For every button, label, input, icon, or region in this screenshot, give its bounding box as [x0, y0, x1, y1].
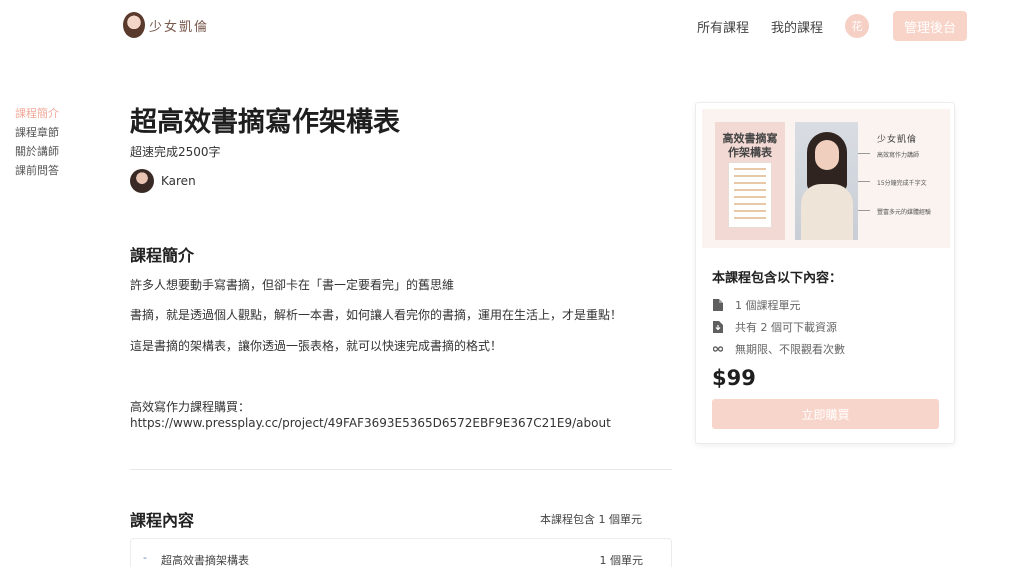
thumbnail-title: 高效書摘寫作架構表	[722, 132, 778, 159]
purchase-url[interactable]: https://www.pressplay.cc/project/49FAF36…	[130, 416, 611, 430]
feature-lifetime: 無期限、不限觀看次數	[713, 341, 845, 357]
content-heading: 課程內容	[130, 511, 195, 530]
section-nav: 課程簡介 課程章節 關於講師 課前問答	[15, 104, 59, 180]
instructor-name: Karen	[161, 174, 196, 188]
intro-heading: 課程簡介	[130, 246, 195, 265]
buy-now-button[interactable]: 立即購買	[712, 399, 939, 429]
feature-downloads: 共有 2 個可下載資源	[713, 319, 837, 335]
nav-my-courses[interactable]: 我的課程	[771, 17, 823, 36]
thumbnail-brand: 少女凱倫	[877, 135, 918, 145]
course-thumbnail: 高效書摘寫作架構表 少女凱倫 高效寫作力講師 15分鐘完成千字文 豐富多元的媒體…	[702, 109, 950, 248]
section-nav-intro[interactable]: 課程簡介	[15, 104, 59, 123]
instructor-info[interactable]: Karen	[130, 169, 196, 193]
document-icon	[713, 299, 723, 311]
purchase-card: 高效書摘寫作架構表 少女凱倫 高效寫作力講師 15分鐘完成千字文 豐富多元的媒體…	[695, 102, 955, 444]
thumbnail-pointer-line	[858, 181, 870, 182]
intro-paragraph: 書摘，就是透過個人觀點，解析一本書，如何讓人看完你的書摘，運用在生活上，才是重點…	[130, 308, 623, 322]
instructor-photo	[795, 122, 858, 240]
nav-all-courses[interactable]: 所有課程	[697, 17, 749, 36]
content-summary: 本課程包含 1 個單元	[540, 513, 642, 526]
course-price: $99	[712, 366, 756, 390]
course-title: 超高效書摘寫作架構表	[130, 107, 400, 138]
chapter-title: 超高效書摘架構表	[161, 554, 249, 567]
section-nav-instructor[interactable]: 關於講師	[15, 142, 59, 161]
download-file-icon	[713, 321, 723, 333]
collapse-dash-icon: -	[143, 551, 147, 564]
thumbnail-note: 15分鐘完成千字文	[877, 180, 927, 187]
feature-label: 無期限、不限觀看次數	[735, 343, 845, 356]
thumbnail-note: 高效寫作力講師	[877, 152, 920, 159]
section-nav-chapters[interactable]: 課程章節	[15, 123, 59, 142]
intro-paragraph: 這是書摘的架構表，讓你透過一張表格，就可以快速完成書摘的格式！	[130, 339, 503, 353]
section-nav-qa[interactable]: 課前問答	[15, 161, 59, 180]
thumbnail-pointer-line	[858, 210, 870, 211]
admin-button[interactable]: 管理後台	[893, 11, 967, 41]
feature-label: 1 個課程單元	[735, 299, 801, 312]
instructor-avatar	[130, 169, 154, 193]
infinity-icon	[713, 343, 723, 355]
purchase-label: 高效寫作力課程購買：	[130, 400, 251, 414]
section-divider	[130, 469, 672, 470]
top-header: 少女凱倫 所有課程 我的課程 花 管理後台	[0, 0, 1024, 52]
thumbnail-note: 豐富多元的媒體經驗	[877, 209, 932, 216]
brand-logo[interactable]: 少女凱倫	[123, 12, 209, 38]
feature-units: 1 個課程單元	[713, 297, 801, 313]
thumbnail-pointer-line	[858, 153, 870, 154]
feature-label: 共有 2 個可下載資源	[735, 321, 837, 334]
worksheet-preview-icon	[728, 162, 772, 228]
brand-name: 少女凱倫	[149, 19, 210, 35]
includes-heading: 本課程包含以下內容：	[712, 271, 843, 286]
chapter-units: 1 個單元	[599, 554, 644, 567]
thumbnail-title-panel: 高效書摘寫作架構表	[715, 122, 785, 240]
logo-avatar-icon	[123, 12, 145, 38]
user-avatar[interactable]: 花	[845, 14, 869, 38]
intro-paragraph: 許多人想要動手寫書摘，但卻卡在「書一定要看完」的舊思維	[130, 278, 455, 292]
course-subtitle: 超速完成2500字	[130, 145, 221, 159]
chapter-row[interactable]: - 超高效書摘架構表 1 個單元	[130, 538, 672, 567]
